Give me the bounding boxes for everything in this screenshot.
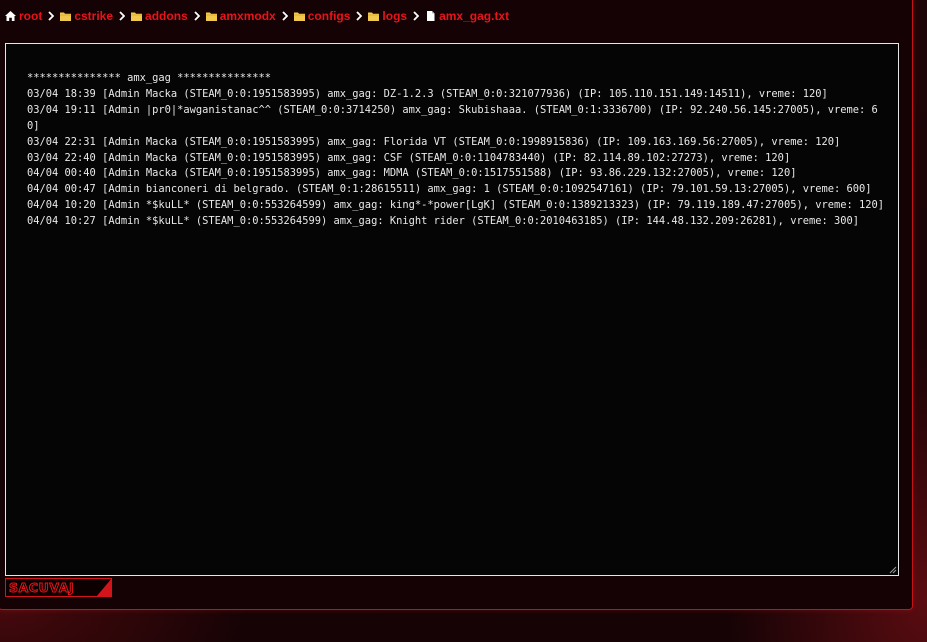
folder-icon (293, 12, 305, 21)
folder-icon (60, 12, 72, 21)
breadcrumb-label: root (19, 9, 43, 23)
breadcrumb-amxmodx[interactable]: amxmodx (205, 9, 276, 23)
chevron-right-icon (276, 9, 294, 23)
save-button-label: SACUVAJ (8, 580, 75, 596)
breadcrumb-addons[interactable]: addons (131, 9, 188, 23)
breadcrumb-configs[interactable]: configs (293, 9, 351, 23)
file-icon (427, 11, 435, 21)
breadcrumb-label: addons (145, 9, 188, 23)
breadcrumb: root cstrike addons amxmodx configs logs… (5, 7, 509, 25)
chevron-right-icon (350, 9, 368, 23)
folder-icon (205, 12, 217, 21)
breadcrumb-label: amx_gag.txt (439, 9, 510, 23)
chevron-right-icon (188, 9, 206, 23)
chevron-right-icon (42, 9, 60, 23)
folder-icon (131, 12, 143, 21)
breadcrumb-root[interactable]: root (5, 9, 42, 23)
chevron-right-icon (407, 9, 425, 23)
breadcrumb-label: amxmodx (219, 9, 276, 23)
file-content-textarea[interactable]: *************** amx_gag *************** … (6, 44, 898, 575)
chevron-right-icon (113, 9, 131, 23)
breadcrumb-cstrike[interactable]: cstrike (60, 9, 113, 23)
resize-grip-icon[interactable] (889, 566, 897, 574)
save-button[interactable]: SACUVAJ (5, 578, 112, 597)
breadcrumb-label: logs (382, 9, 408, 23)
button-corner-decoration (96, 579, 111, 596)
file-editor: *************** amx_gag *************** … (5, 43, 899, 576)
home-icon (5, 11, 16, 21)
breadcrumb-label: cstrike (74, 9, 114, 23)
breadcrumb-logs[interactable]: logs (368, 9, 407, 23)
breadcrumb-label: configs (307, 9, 351, 23)
folder-icon (368, 12, 380, 21)
breadcrumb-current-file[interactable]: amx_gag.txt (425, 9, 509, 23)
file-editor-panel: root cstrike addons amxmodx configs logs… (0, 0, 913, 610)
